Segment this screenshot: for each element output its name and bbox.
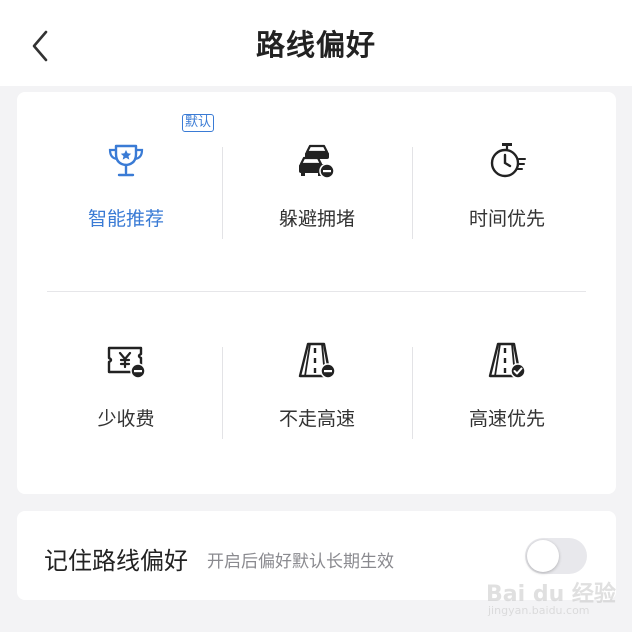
default-badge: 默认	[182, 114, 215, 132]
page-title: 路线偏好	[255, 28, 376, 62]
remember-toggle[interactable]	[525, 538, 587, 574]
watermark: Bai du 经验 jingyan.baidu.com	[482, 574, 622, 626]
option-label: 少收费	[97, 408, 155, 430]
option-label: 时间优先	[468, 208, 545, 230]
watermark-url: jingyan.baidu.com	[488, 604, 590, 617]
option-time-priority[interactable]: 时间优先	[412, 92, 602, 242]
route-preference-card: 默认 智能推荐 躲避拥堵 时间优先 少收费 不走高速 高速优先	[17, 92, 616, 494]
remember-subtitle: 开启后偏好默认长期生效	[207, 552, 394, 572]
trophy-icon	[108, 144, 144, 177]
option-avoid-congestion[interactable]: 躲避拥堵	[222, 92, 412, 242]
option-label: 智能推荐	[87, 208, 164, 230]
stopwatch-icon	[490, 143, 526, 178]
highway-check-icon	[488, 342, 526, 379]
option-label: 不走高速	[278, 408, 355, 430]
option-no-highway[interactable]: 不走高速	[222, 292, 412, 442]
option-smart-recommend[interactable]: 默认 智能推荐	[31, 92, 221, 242]
highway-minus-icon	[298, 342, 336, 379]
option-label: 躲避拥堵	[278, 208, 355, 230]
option-label: 高速优先	[468, 408, 545, 430]
cars-minus-icon	[299, 144, 335, 179]
option-less-toll[interactable]: 少收费	[31, 292, 221, 442]
header: 路线偏好	[0, 0, 632, 86]
option-highway-priority[interactable]: 高速优先	[412, 292, 602, 442]
toll-ticket-minus-icon	[107, 346, 146, 379]
remember-title: 记住路线偏好	[44, 547, 188, 575]
toggle-knob	[527, 540, 559, 572]
